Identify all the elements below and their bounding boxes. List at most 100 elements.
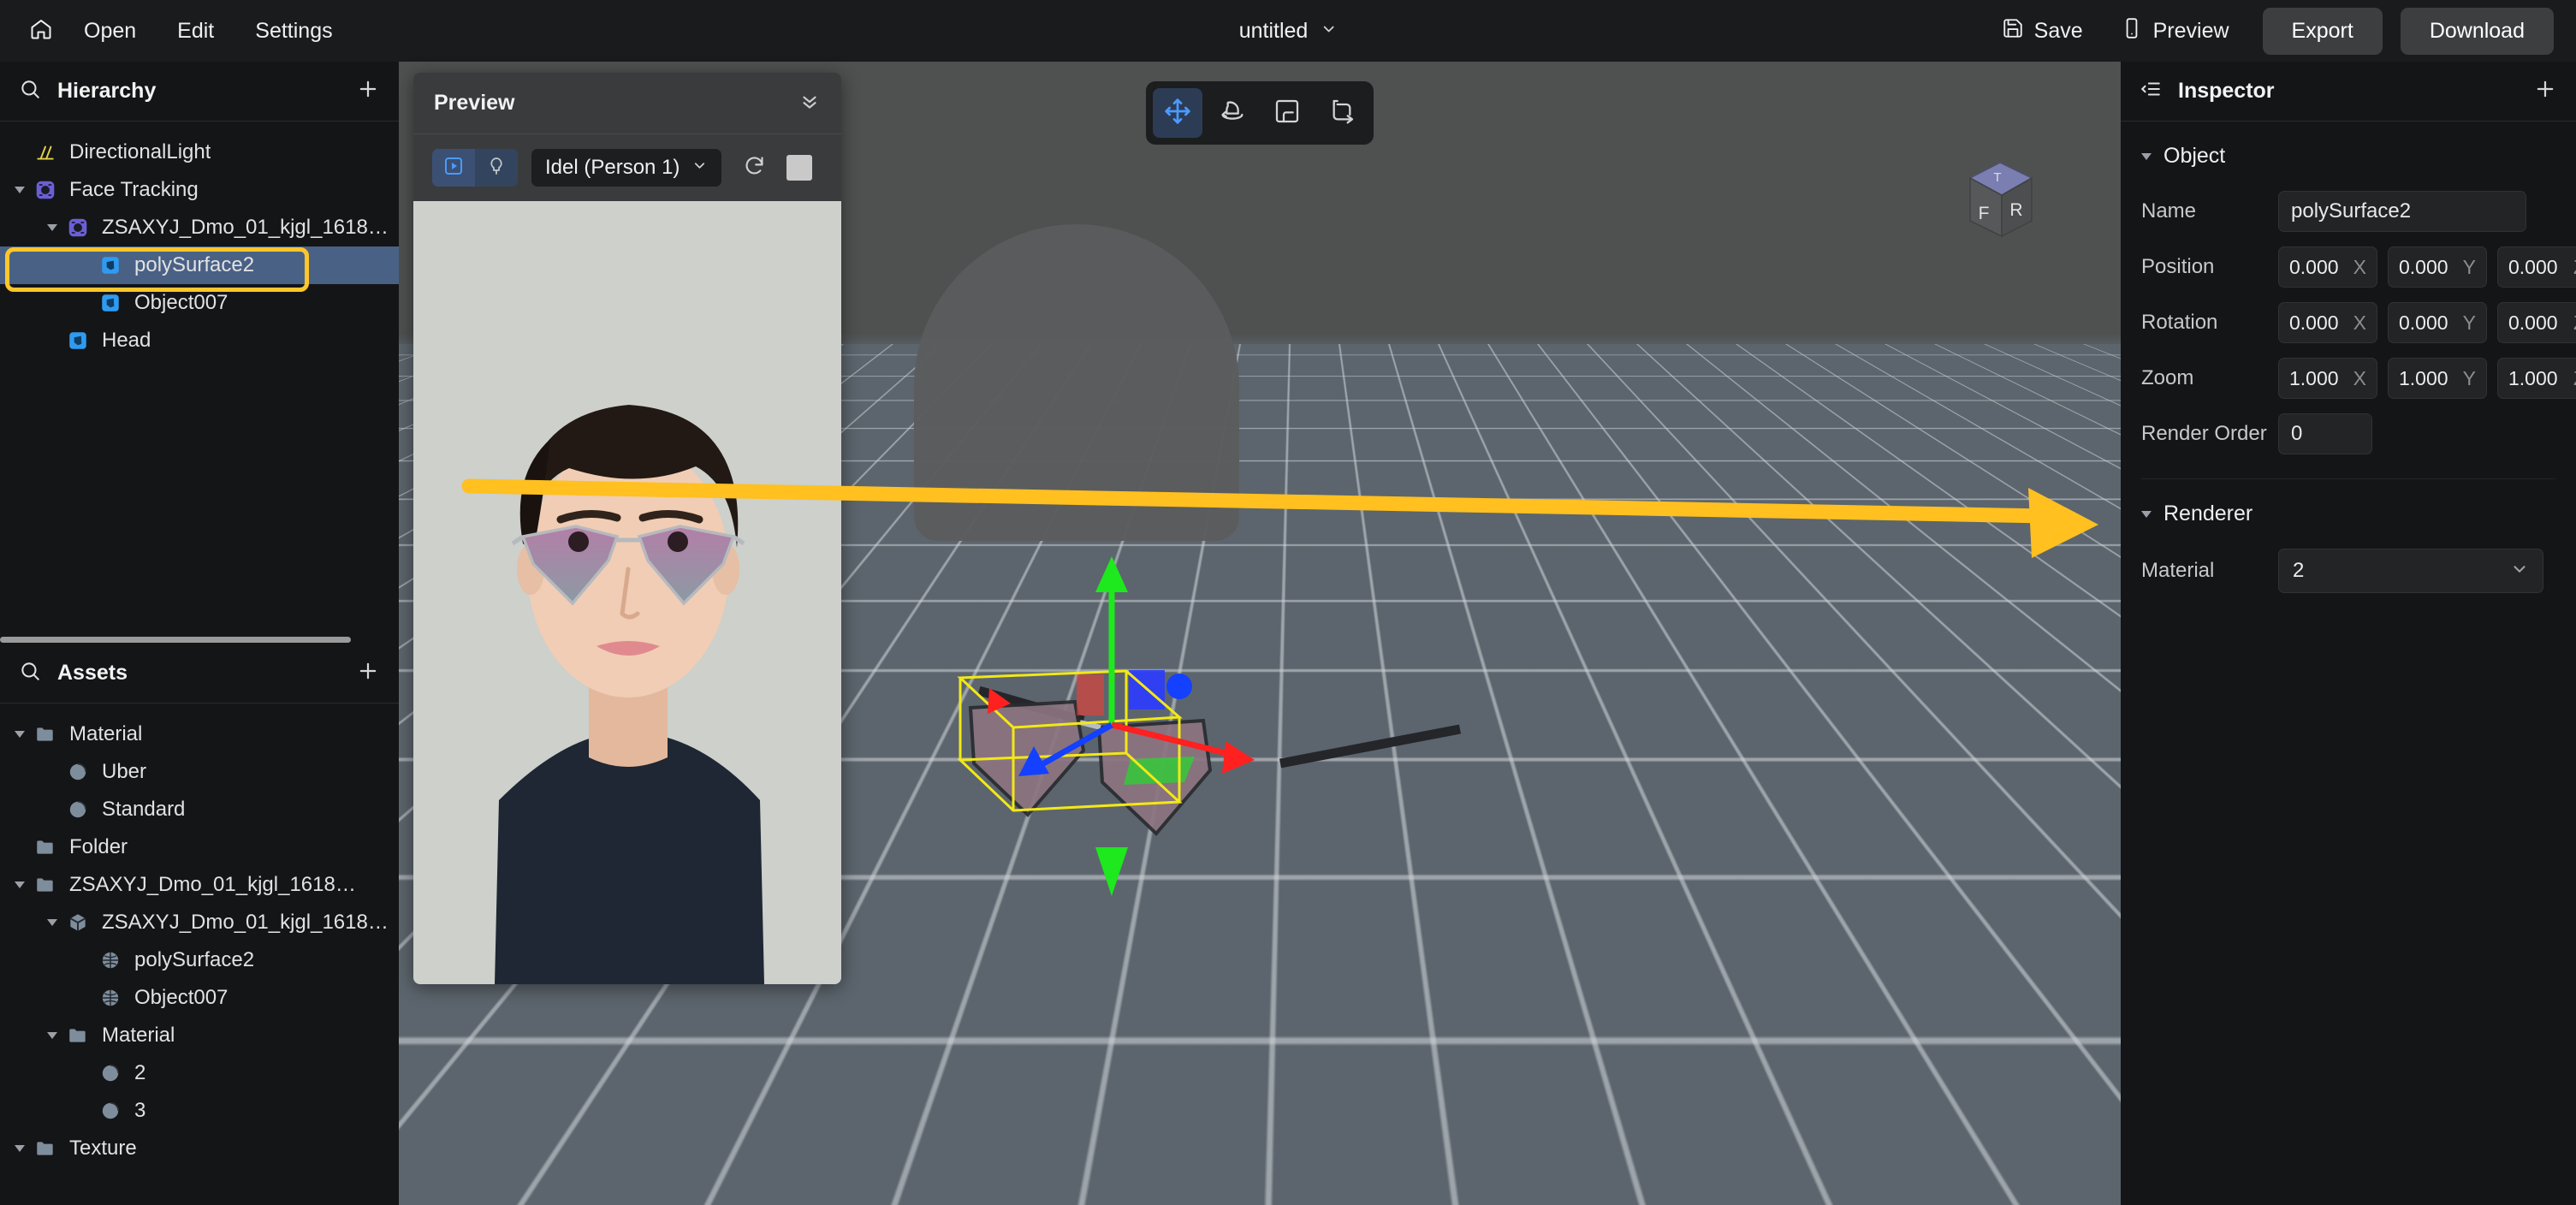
folder-icon [63,1024,92,1047]
face-tracking-icon [31,179,60,201]
chevron-down-icon[interactable] [15,731,25,738]
move-arrows-icon [1164,98,1191,129]
assets-tree: Material Uber Standard Folder ZSAXYJ_Dmo_01_… [0,703,399,1167]
tree-twisty[interactable] [9,731,31,738]
tree-twisty[interactable] [41,224,63,231]
hierarchy-item-polysurface2[interactable]: polySurface2 [0,246,399,284]
rotation-y-input[interactable]: 0.000 Y [2388,302,2487,343]
assets-item-uber[interactable]: Uber [0,753,399,791]
tree-twisty[interactable] [41,919,63,926]
search-icon[interactable] [19,660,41,686]
assets-item-texture[interactable]: Texture [0,1130,399,1167]
position-x-input[interactable]: 0.000 X [2278,246,2377,288]
search-icon[interactable] [19,78,41,104]
assets-item-standard[interactable]: Standard [0,791,399,828]
hierarchy-item-object007[interactable]: Object007 [0,284,399,322]
material-select[interactable]: 2 [2278,549,2543,593]
assets-item-2[interactable]: 2 [0,1054,399,1092]
preview-controls: Idel (Person 1) [413,134,841,201]
chevron-down-icon[interactable] [15,881,25,888]
preview-play-mode-button[interactable] [432,149,475,187]
tree-twisty[interactable] [9,187,31,193]
mesh-cube-icon [96,292,125,314]
tree-twisty[interactable] [41,1032,63,1039]
scale-tool-button[interactable] [1262,88,1312,138]
assets-item-folder[interactable]: Folder [0,828,399,866]
assets-add-button[interactable] [356,659,380,687]
document-title-group[interactable]: untitled [1239,19,1338,44]
preview-panel-header: Preview [413,73,841,134]
preview-button[interactable]: Preview [2105,8,2245,55]
hierarchy-item-face-tracking[interactable]: Face Tracking [0,171,399,209]
scale-square-icon [1273,98,1301,129]
zoom-x-input[interactable]: 1.000 X [2278,358,2377,399]
inspector-section-object[interactable]: Object [2121,144,2576,169]
chevron-down-icon [2141,153,2152,160]
chevron-down-icon[interactable] [15,1145,25,1152]
menu-edit[interactable]: Edit [157,10,234,52]
field-position-row: Position 0.000 X 0.000 Y 0.000 Z [2121,246,2576,288]
tree-twisty[interactable] [9,881,31,888]
inspector-add-component-button[interactable] [2533,77,2557,105]
menu-open[interactable]: Open [63,10,157,52]
chevron-down-icon[interactable] [15,187,25,193]
panel-splitter[interactable] [0,637,399,644]
zoom-z-input[interactable]: 1.000 Z [2497,358,2576,399]
save-label: Save [2034,19,2083,44]
zoom-y-input[interactable]: 1.000 Y [2388,358,2487,399]
left-sidebar: Hierarchy DirectionalLight Face Tracking Z… [0,62,399,1205]
home-button[interactable] [19,9,63,53]
assets-item-zsaxyj-dmo-01-kjgl-1618467[interactable]: ZSAXYJ_Dmo_01_kjgl_1618467… [0,904,399,941]
assets-item-3[interactable]: 3 [0,1092,399,1130]
chevron-down-icon[interactable] [47,919,57,926]
rotate-tool-button[interactable] [1208,88,1257,138]
move-tool-button[interactable] [1153,88,1202,138]
assets-item-polysurface2[interactable]: polySurface2 [0,941,399,979]
tree-twisty[interactable] [9,1145,31,1152]
preview-refresh-button[interactable] [735,149,773,187]
zoom-x-value: 1.000 [2289,367,2346,390]
render-order-input[interactable]: 0 [2278,413,2372,454]
hierarchy-item-directionallight[interactable]: DirectionalLight [0,134,399,171]
preview-render-canvas[interactable] [413,201,841,984]
selected-object-gizmo[interactable] [912,507,1563,986]
axis-x-label: X [2353,367,2366,390]
refresh-icon [743,154,766,181]
inspector-section-renderer[interactable]: Renderer [2121,502,2576,526]
rotation-z-input[interactable]: 0.000 Z [2497,302,2576,343]
preview-stop-button[interactable] [786,155,812,181]
hierarchy-item-zsaxyj-dmo-01-kjgl-1618467999[interactable]: ZSAXYJ_Dmo_01_kjgl_1618467999. [0,209,399,246]
assets-item-zsaxyj-dmo-01-kjgl-161846799[interactable]: ZSAXYJ_Dmo_01_kjgl_161846799… [0,866,399,904]
export-button[interactable]: Export [2263,8,2383,55]
position-y-input[interactable]: 0.000 Y [2388,246,2487,288]
section-renderer-label: Renderer [2163,502,2253,526]
assets-panel: Assets Material Uber Standard Folder ZSAXYJ_… [0,644,399,1205]
chevron-down-icon[interactable] [47,1032,57,1039]
pivot-tool-button[interactable] [1317,88,1367,138]
save-button[interactable]: Save [1986,8,2098,55]
assets-item-material[interactable]: Material [0,1017,399,1054]
position-z-input[interactable]: 0.000 Z [2497,246,2576,288]
horizontal-scrollbar[interactable] [0,637,351,643]
hierarchy-item-head[interactable]: Head [0,322,399,359]
hierarchy-add-button[interactable] [356,77,380,105]
view-orientation-cube[interactable]: T F R [1953,154,2047,248]
rotation-z-value: 0.000 [2508,312,2566,335]
hierarchy-tree: DirectionalLight Face Tracking ZSAXYJ_Dmo_… [0,122,399,359]
preview-collapse-button[interactable] [798,90,821,116]
chevron-down-icon[interactable] [47,224,57,231]
folder-icon [31,1137,60,1160]
rotation-x-input[interactable]: 0.000 X [2278,302,2377,343]
axis-y-label: Y [2463,312,2476,335]
preview-person-select[interactable]: Idel (Person 1) [531,149,721,187]
name-input[interactable]: polySurface2 [2278,191,2526,232]
position-x-value: 0.000 [2289,256,2346,279]
play-square-icon [443,156,464,181]
assets-item-object007[interactable]: Object007 [0,979,399,1017]
viewcube-top-label: T [1993,170,2001,185]
preview-light-mode-button[interactable] [475,149,518,187]
menu-settings[interactable]: Settings [234,10,353,52]
download-button[interactable]: Download [2401,8,2554,55]
assets-item-material[interactable]: Material [0,715,399,753]
head-mesh[interactable] [914,224,1239,541]
